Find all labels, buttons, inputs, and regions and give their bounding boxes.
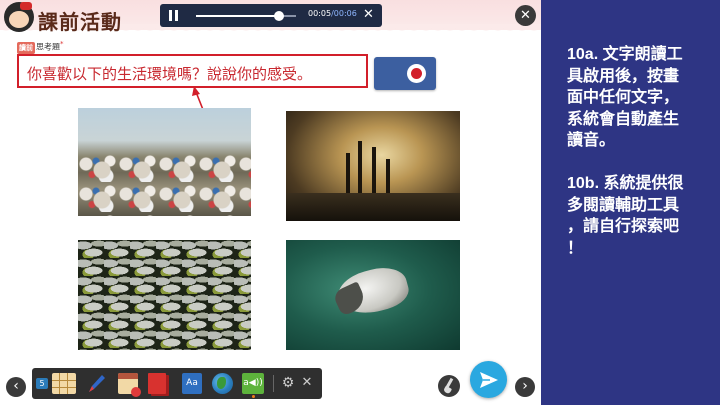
pen-icon[interactable] <box>86 373 108 394</box>
page-number-badge[interactable]: 5 <box>36 378 48 389</box>
active-tool-indicator <box>252 395 255 398</box>
close-icon[interactable]: ✕ <box>300 375 314 391</box>
lesson-stage: 課前活動 00:05/00:06 ✕ ✕ 讀前 思考題* 你喜歡以下的生活環境嗎？… <box>0 0 541 405</box>
dictionary-icon[interactable]: Aa <box>182 373 202 394</box>
clear-brush-button[interactable] <box>438 375 460 397</box>
toolbar-divider <box>273 375 274 392</box>
text-to-speech-icon[interactable]: a◀)) <box>242 373 264 394</box>
grid-icon[interactable] <box>52 373 76 394</box>
prev-page-button[interactable]: ‹ <box>6 377 26 397</box>
paper-plane-icon <box>480 372 498 388</box>
bookmark-icon[interactable] <box>148 373 166 394</box>
instruction-panel: 10a. 文字朗讀工 具啟用後，按畫 面中任何文字， 系統會自動產生 讀音。 1… <box>541 0 720 405</box>
oil-covered-bird-image <box>286 240 460 350</box>
tool-bar: 5 Aa a◀)) ⚙ ✕ <box>32 368 322 399</box>
next-page-button[interactable]: › <box>515 377 535 397</box>
instruction-text: 10a. 文字朗讀工 具啟用後，按畫 面中任何文字， 系統會自動產生 讀音。 1… <box>567 46 684 257</box>
dead-fish-water-image <box>78 240 251 350</box>
factory-smoke-pollution-image <box>286 111 460 221</box>
calendar-icon[interactable] <box>118 373 141 397</box>
settings-icon[interactable]: ⚙ <box>280 375 296 391</box>
landfill-garbage-image <box>78 108 251 216</box>
send-button[interactable] <box>470 361 507 398</box>
globe-icon[interactable] <box>212 373 233 394</box>
